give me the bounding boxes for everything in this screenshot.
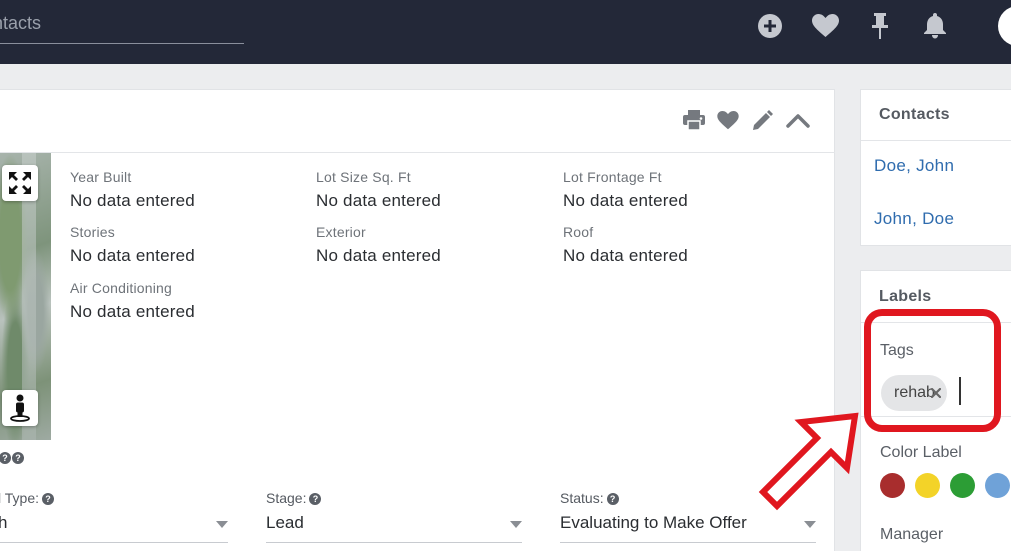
status-label: Status:? bbox=[560, 490, 619, 506]
panel-divider bbox=[861, 140, 1011, 141]
field-exterior: Exterior No data entered bbox=[316, 224, 441, 266]
help-icon[interactable]: ? bbox=[0, 452, 11, 464]
plus-circle-icon[interactable] bbox=[756, 12, 784, 40]
field-label: Stories bbox=[70, 224, 115, 240]
bell-icon[interactable] bbox=[921, 12, 949, 40]
labels-panel-title: Labels bbox=[879, 288, 932, 305]
expand-map-icon[interactable] bbox=[2, 165, 38, 201]
field-stories: Stories No data entered bbox=[70, 224, 195, 266]
field-lot-frontage: Lot Frontage Ft No data entered bbox=[563, 169, 688, 211]
field-value: No data entered bbox=[70, 302, 195, 321]
field-label: Air Conditioning bbox=[70, 280, 173, 296]
deal-type-label: l Type:? bbox=[0, 490, 54, 506]
help-icon[interactable]: ? bbox=[309, 493, 322, 505]
contact-link[interactable]: Doe, John bbox=[874, 156, 954, 176]
field-label: Roof bbox=[563, 224, 594, 240]
status-label-text: Status: bbox=[560, 490, 604, 506]
pencil-icon[interactable] bbox=[750, 107, 776, 133]
help-icon[interactable]: ? bbox=[606, 493, 619, 505]
property-details-card: Year Built No data entered Lot Size Sq. … bbox=[0, 89, 835, 551]
help-icon[interactable]: ? bbox=[42, 493, 54, 505]
annotation-arrow-icon bbox=[758, 412, 859, 511]
deal-type-value: h bbox=[0, 513, 8, 532]
color-swatch-green[interactable] bbox=[950, 473, 975, 498]
stage-select[interactable]: Lead bbox=[266, 509, 522, 543]
status-value: Evaluating to Make Offer bbox=[560, 513, 747, 532]
field-year-built: Year Built No data entered bbox=[70, 169, 195, 211]
field-label: Exterior bbox=[316, 224, 366, 240]
street-view-icon[interactable] bbox=[2, 390, 38, 426]
contact-link[interactable]: John, Doe bbox=[874, 209, 954, 229]
highlight-box bbox=[864, 309, 1001, 432]
field-label: Year Built bbox=[70, 169, 132, 185]
deal-type-select[interactable]: h bbox=[0, 509, 228, 543]
color-label-heading: Color Label bbox=[880, 444, 962, 461]
print-icon[interactable] bbox=[681, 107, 707, 133]
help-icon[interactable]: ? bbox=[12, 452, 24, 464]
field-value: No data entered bbox=[70, 246, 195, 265]
stage-value: Lead bbox=[266, 513, 304, 532]
deal-type-label-text: l Type: bbox=[0, 490, 39, 506]
stage-label-text: Stage: bbox=[266, 490, 307, 506]
search-input[interactable] bbox=[0, 0, 244, 44]
field-value: No data entered bbox=[563, 246, 688, 265]
color-swatch-yellow[interactable] bbox=[915, 473, 940, 498]
color-swatch-red[interactable] bbox=[880, 473, 905, 498]
chevron-down-icon bbox=[510, 521, 522, 528]
color-swatch-blue[interactable] bbox=[985, 473, 1010, 498]
field-label: Lot Frontage Ft bbox=[563, 169, 662, 185]
satellite-map[interactable] bbox=[0, 153, 51, 440]
card-header-divider bbox=[0, 152, 835, 153]
field-air-conditioning: Air Conditioning No data entered bbox=[70, 280, 195, 322]
field-value: No data entered bbox=[70, 191, 195, 210]
contacts-panel-title: Contacts bbox=[879, 106, 950, 123]
field-roof: Roof No data entered bbox=[563, 224, 688, 266]
top-navigation-bar bbox=[0, 0, 1011, 64]
field-lot-size: Lot Size Sq. Ft No data entered bbox=[316, 169, 441, 211]
heart-icon[interactable] bbox=[715, 107, 741, 133]
chevron-up-icon[interactable] bbox=[785, 107, 811, 133]
manager-label: Manager bbox=[880, 526, 944, 543]
avatar[interactable] bbox=[998, 6, 1011, 46]
chevron-down-icon bbox=[216, 521, 228, 528]
pin-icon[interactable] bbox=[866, 12, 894, 40]
field-value: No data entered bbox=[563, 191, 688, 210]
field-value: No data entered bbox=[316, 246, 441, 265]
field-label: Lot Size Sq. Ft bbox=[316, 169, 411, 185]
heart-icon[interactable] bbox=[811, 12, 839, 40]
stage-label: Stage:? bbox=[266, 490, 322, 506]
field-value: No data entered bbox=[316, 191, 441, 210]
contacts-panel: Contacts Doe, John John, Doe bbox=[860, 89, 1011, 246]
